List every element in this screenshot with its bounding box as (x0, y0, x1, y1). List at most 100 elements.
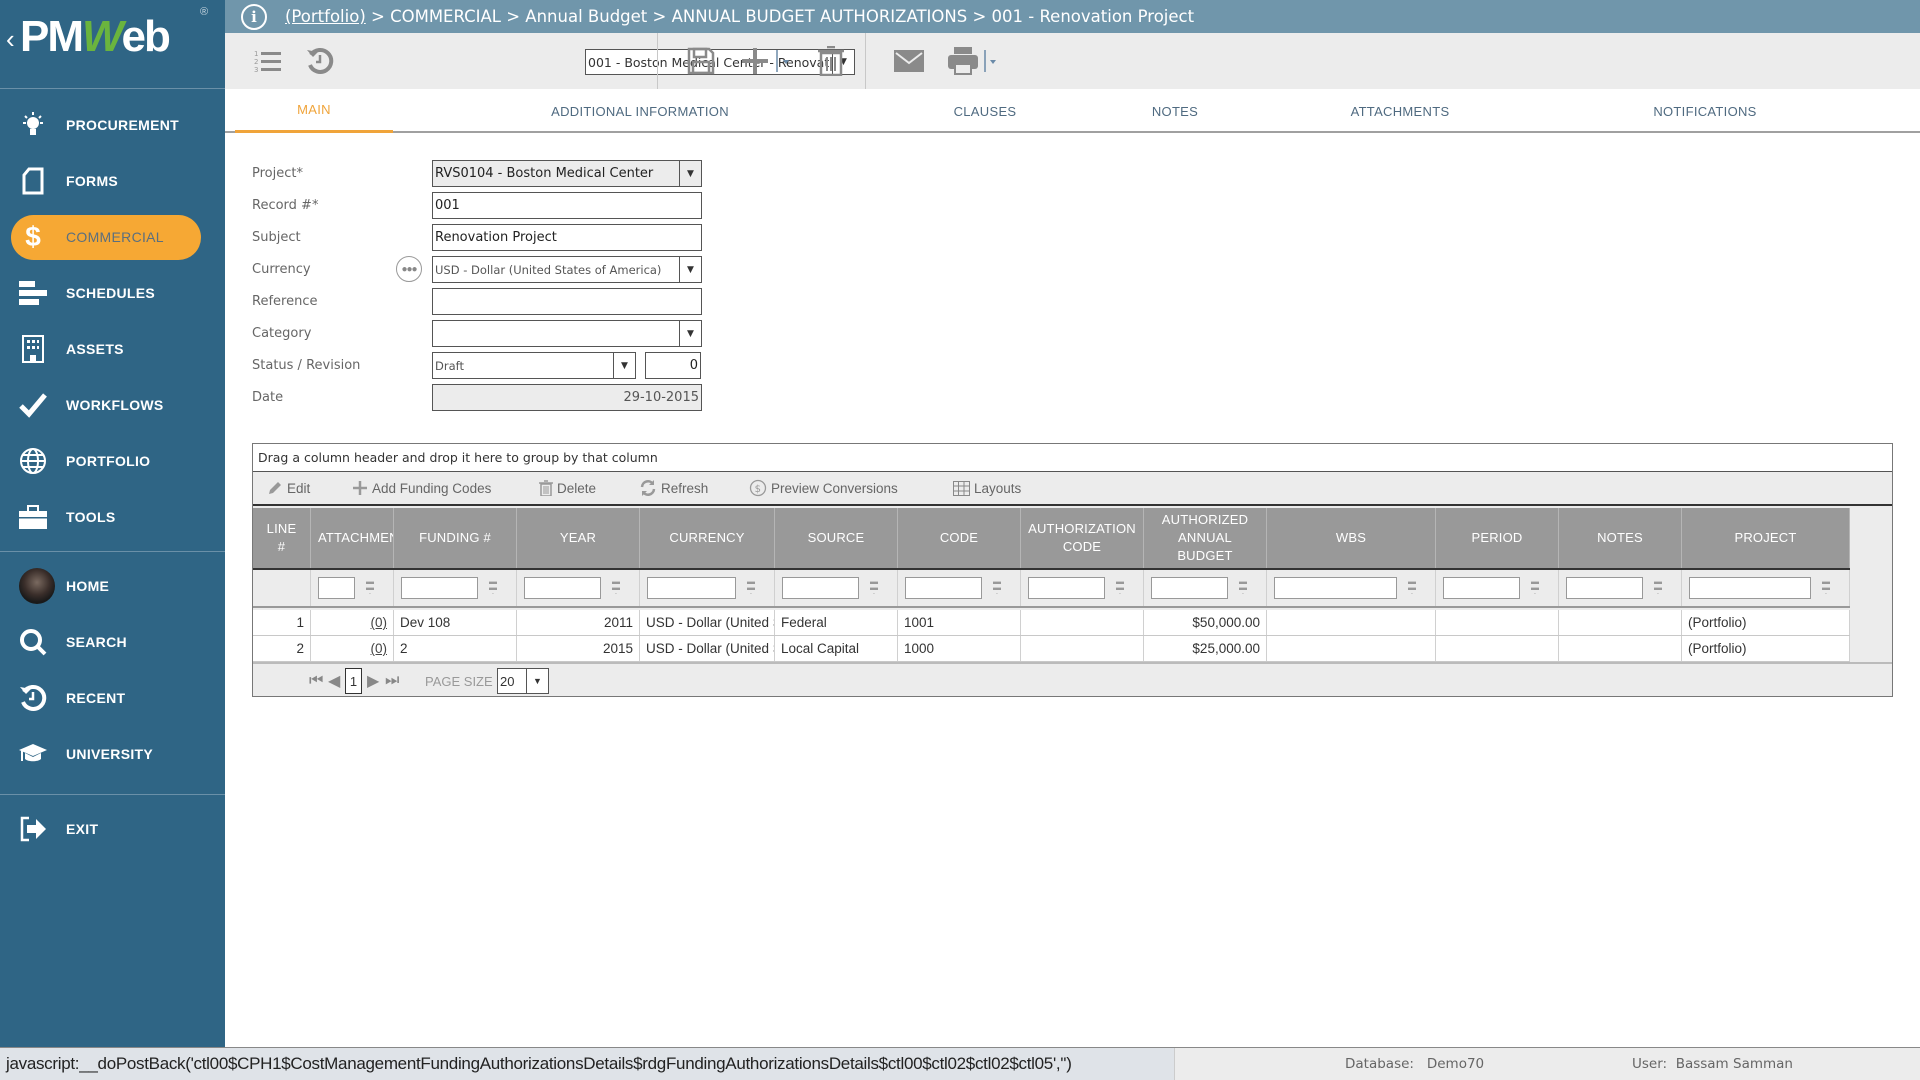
column-header-authorization-code[interactable]: AUTHORIZATION CODE (1021, 508, 1144, 568)
filter-icon[interactable]: ▬ ▬ · (1651, 578, 1665, 598)
filter-input[interactable] (1274, 577, 1397, 599)
filter-input[interactable] (905, 577, 982, 599)
reference-field[interactable] (432, 288, 702, 315)
currency-select[interactable]: USD - Dollar (United States of America) ▼ (432, 256, 702, 283)
refresh-button[interactable]: Refresh (639, 479, 708, 497)
email-button[interactable] (891, 43, 927, 79)
sidebar-item-home[interactable]: HOME (0, 558, 225, 614)
sidebar-item-exit[interactable]: EXIT (0, 801, 225, 857)
tab-notes[interactable]: NOTES (1105, 89, 1245, 133)
plus-icon (742, 48, 789, 74)
last-page-icon[interactable]: ⏭ (385, 672, 399, 690)
tab-attachments[interactable]: ATTACHMENTS (1305, 89, 1495, 133)
column-header-source[interactable]: SOURCE (775, 508, 898, 568)
filter-input[interactable] (401, 577, 478, 599)
filter-icon[interactable]: ▬ ▬ · (744, 578, 758, 598)
filter-icon[interactable]: ▬ ▬ · (867, 578, 881, 598)
attachments-link[interactable]: (0) (371, 615, 388, 630)
column-header-attachments[interactable]: ATTACHMENTS (311, 508, 394, 568)
chevron-down-icon[interactable]: ▼ (526, 669, 548, 693)
filter-icon[interactable]: ▬ ▬ · (1236, 578, 1250, 598)
info-icon[interactable]: i (241, 3, 267, 30)
column-header-notes[interactable]: NOTES (1559, 508, 1682, 568)
column-header-currency[interactable]: CURRENCY (640, 508, 775, 568)
group-by-panel[interactable]: Drag a column header and drop it here to… (253, 444, 1892, 472)
sidebar-item-university[interactable]: UNIVERSITY (0, 726, 225, 782)
history-button[interactable] (305, 43, 335, 79)
chevron-down-icon[interactable]: ▼ (679, 161, 701, 186)
filter-icon[interactable]: ▬ ▬ · (1819, 578, 1833, 598)
add-button[interactable] (741, 43, 801, 79)
filter-icon[interactable]: ▬ ▬ · (486, 578, 500, 598)
column-header-authorized-annual-budget[interactable]: AUTHORIZED ANNUAL BUDGET (1144, 508, 1267, 568)
graduation-cap-icon (18, 739, 48, 769)
add-funding-codes-button[interactable]: Add Funding Codes (352, 480, 491, 496)
filter-input[interactable] (318, 577, 355, 599)
tab-main[interactable]: MAIN (235, 89, 393, 133)
filter-icon[interactable]: ▬ ▬ · (363, 578, 377, 598)
current-page[interactable]: 1 (345, 668, 362, 694)
column-header-funding-number[interactable]: FUNDING # (394, 508, 517, 568)
sidebar-item-assets[interactable]: ASSETS (0, 321, 225, 377)
print-button[interactable] (947, 43, 1007, 79)
sidebar-item-portfolio[interactable]: PORTFOLIO (0, 433, 225, 489)
first-page-icon[interactable]: ⏮ (309, 672, 323, 690)
pmweb-logo[interactable]: ‹ PMWeb ® (0, 0, 225, 89)
layouts-button[interactable]: Layouts (953, 480, 1021, 496)
filter-icon[interactable]: ▬ ▬ · (1528, 578, 1542, 598)
edit-button[interactable]: Edit (267, 480, 310, 496)
project-select[interactable]: RVS0104 - Boston Medical Center ▼ (432, 160, 702, 187)
chevron-down-icon[interactable]: ▼ (679, 321, 701, 346)
column-header-period[interactable]: PERIOD (1436, 508, 1559, 568)
sidebar-item-tools[interactable]: TOOLS (0, 489, 225, 545)
category-select[interactable]: ▼ (432, 320, 702, 347)
filter-input[interactable] (524, 577, 601, 599)
revision-field[interactable]: 0 (645, 352, 701, 379)
breadcrumb-portfolio-link[interactable]: (Portfolio) (285, 7, 366, 26)
filter-icon[interactable]: ▬ ▬ · (990, 578, 1004, 598)
column-header-wbs[interactable]: WBS (1267, 508, 1436, 568)
filter-input[interactable] (1689, 577, 1811, 599)
sidebar-item-search[interactable]: SEARCH (0, 614, 225, 670)
currency-more-button[interactable]: ●●● (396, 256, 422, 282)
filter-icon[interactable]: ▬ ▬ · (1405, 578, 1419, 598)
chevron-down-icon[interactable]: ▼ (679, 257, 701, 282)
page-size-select[interactable]: 20 ▼ (497, 668, 549, 694)
tab-additional-information[interactable]: ADDITIONAL INFORMATION (505, 89, 775, 133)
save-button[interactable] (683, 43, 719, 79)
attachments-link[interactable]: (0) (371, 641, 388, 656)
table-row[interactable]: 1 (0) Dev 1082011USD - Dollar (United Stat… (253, 610, 1850, 636)
filter-icon[interactable]: ▬ ▬ · (609, 578, 623, 598)
filter-icon[interactable]: ▬ ▬ · (1113, 578, 1127, 598)
status-select[interactable]: Draft ▼ (432, 352, 636, 379)
prev-page-icon[interactable]: ◀ (328, 671, 340, 691)
next-page-icon[interactable]: ▶ (367, 671, 379, 691)
column-header-project[interactable]: PROJECT (1682, 508, 1850, 568)
tab-notifications[interactable]: NOTIFICATIONS (1605, 89, 1805, 133)
sidebar-item-forms[interactable]: FORMS (0, 153, 225, 209)
delete-button[interactable] (813, 43, 849, 79)
chevron-down-icon[interactable]: ▼ (613, 353, 635, 378)
preview-conversions-button[interactable]: $ Preview Conversions (749, 479, 898, 497)
filter-input[interactable] (1028, 577, 1105, 599)
sidebar-item-workflows[interactable]: WORKFLOWS (0, 377, 225, 433)
filter-input[interactable] (647, 577, 736, 599)
sidebar-item-recent[interactable]: RECENT (0, 670, 225, 726)
subject-field[interactable]: Renovation Project (432, 224, 702, 251)
filter-input[interactable] (1151, 577, 1228, 599)
column-header-year[interactable]: YEAR (517, 508, 640, 568)
tab-clauses[interactable]: CLAUSES (905, 89, 1065, 133)
sidebar-item-procurement[interactable]: PROCUREMENT (0, 97, 225, 153)
record-number-field[interactable]: 001 (432, 192, 702, 219)
delete-row-button[interactable]: Delete (539, 480, 596, 496)
filter-input[interactable] (782, 577, 859, 599)
filter-input[interactable] (1443, 577, 1520, 599)
column-header-line[interactable]: LINE # (253, 508, 311, 568)
sidebar-item-schedules[interactable]: SCHEDULES (0, 265, 225, 321)
table-row[interactable]: 2(0)22015USD - Dollar (United States of … (253, 636, 1850, 662)
sidebar-item-commercial[interactable]: $ COMMERCIAL (0, 209, 225, 265)
list-view-button[interactable]: 123 (253, 43, 283, 79)
column-header-code[interactable]: CODE (898, 508, 1021, 568)
back-chevron-icon[interactable]: ‹ (6, 24, 15, 55)
filter-input[interactable] (1566, 577, 1643, 599)
